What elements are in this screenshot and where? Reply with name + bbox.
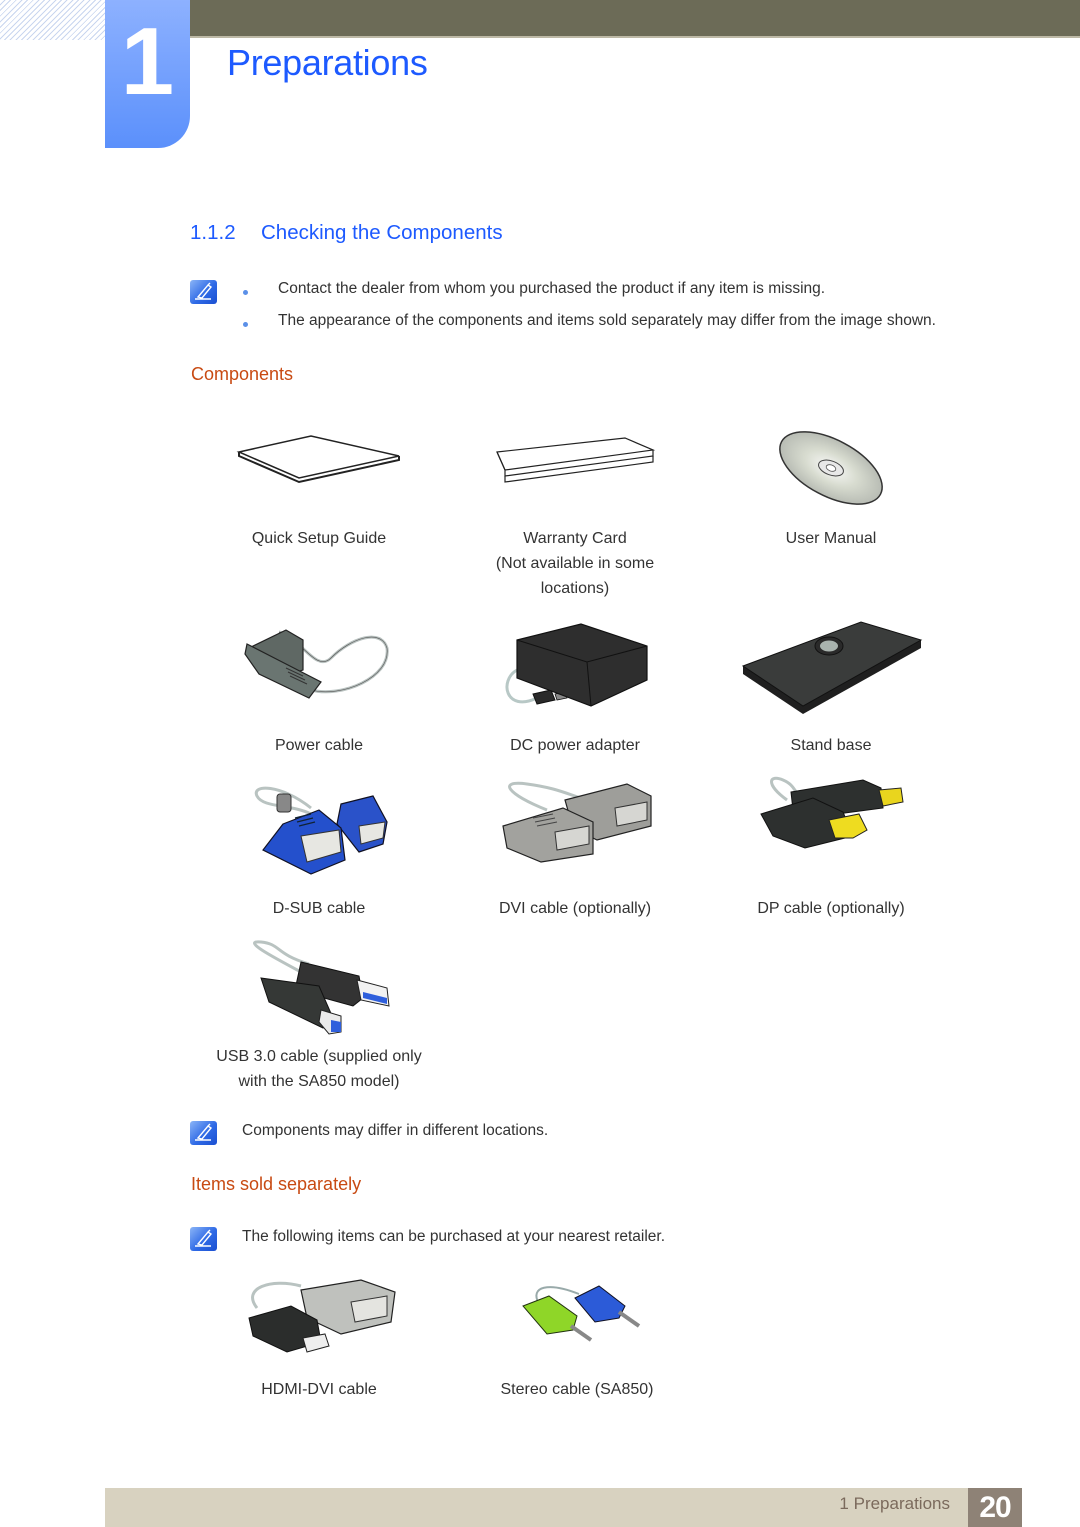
component-label: D-SUB cable (272, 900, 366, 917)
note-icon (190, 1121, 217, 1145)
component-item: USB 3.0 cable (supplied only with the SA… (191, 936, 447, 1094)
component-label: User Manual (785, 530, 877, 547)
note-icon (190, 1227, 217, 1251)
component-label: Stand base (790, 737, 872, 754)
sold-separately-note: The following items can be purchased at … (242, 1228, 666, 1245)
component-label: DVI cable (optionally) (498, 900, 652, 917)
component-item: Stand base (703, 618, 959, 758)
stand-base-icon (703, 618, 959, 733)
component-label: DC power adapter (510, 737, 640, 754)
bullet (243, 322, 248, 327)
component-item: DVI cable (optionally) (447, 774, 703, 921)
section-title-text: Checking the Components (261, 221, 503, 244)
page-number: 20 (968, 1488, 1022, 1527)
components-heading: Components (191, 364, 294, 384)
note-text: Contact the dealer from whom you purchas… (278, 280, 826, 297)
component-item: DP cable (optionally) (703, 774, 959, 921)
item-label: HDMI-DVI cable (261, 1381, 377, 1398)
hdmi-dvi-cable-icon (191, 1272, 447, 1377)
stereo-cable-icon (449, 1272, 705, 1377)
component-item: Power cable (191, 618, 447, 758)
sold-separately-item: HDMI-DVI cable (191, 1272, 447, 1402)
component-item: User Manual (703, 430, 959, 551)
component-label: Power cable (274, 737, 364, 754)
component-item: D-SUB cable (191, 774, 447, 921)
cd-disc-icon (703, 430, 959, 526)
component-label: Quick Setup Guide (251, 530, 387, 547)
component-label: USB 3.0 cable (supplied only with the SA… (216, 1048, 422, 1090)
component-label: Warranty Card (Not available in some loc… (495, 530, 655, 597)
footer-chapter-label: 1 Preparations (839, 1494, 950, 1513)
chapter-title: Preparations (227, 42, 428, 83)
component-item: DC power adapter (447, 618, 703, 758)
dp-cable-icon (703, 774, 959, 896)
warranty-card-icon (447, 430, 703, 526)
bullet (243, 290, 248, 295)
decorative-hatch (0, 0, 105, 40)
section-title: 1.1.2 Checking the Components (190, 221, 503, 245)
chapter-tab: 1 (105, 0, 190, 148)
header-bar (190, 0, 1080, 38)
components-note: Components may differ in different locat… (242, 1122, 549, 1139)
note-text: The appearance of the components and ite… (278, 312, 936, 329)
quick-setup-guide-icon (191, 430, 447, 526)
component-label: DP cable (optionally) (757, 900, 905, 917)
item-label: Stereo cable (SA850) (500, 1381, 654, 1398)
usb3-cable-icon (191, 936, 447, 1044)
d-sub-cable-icon (191, 774, 447, 896)
dc-power-adapter-icon (447, 618, 703, 733)
note-icon (190, 280, 217, 304)
dvi-cable-icon (447, 774, 703, 896)
component-item: Quick Setup Guide (191, 430, 447, 551)
component-item: Warranty Card (Not available in some loc… (447, 430, 703, 601)
sold-separately-heading: Items sold separately (191, 1174, 362, 1194)
sold-separately-item: Stereo cable (SA850) (449, 1272, 705, 1402)
chapter-number: 1 (120, 8, 175, 115)
section-number: 1.1.2 (190, 221, 236, 244)
power-cable-icon (191, 618, 447, 733)
